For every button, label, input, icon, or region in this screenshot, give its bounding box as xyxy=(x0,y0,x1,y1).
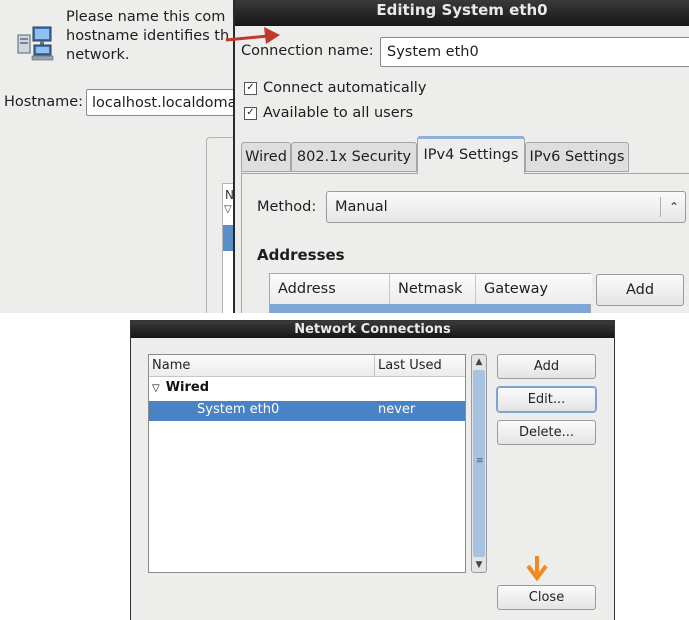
addresses-heading: Addresses xyxy=(257,246,345,264)
annotation-arrow-icon xyxy=(225,27,280,44)
wired-group-row[interactable]: ▽ Wired xyxy=(152,380,209,395)
delete-connection-button[interactable]: Delete... xyxy=(497,420,596,445)
annotation-down-arrow-icon xyxy=(526,556,548,582)
last-used-cell: never xyxy=(378,402,416,417)
editing-dialog-title: Editing System eth0 xyxy=(235,0,689,26)
scroll-up-arrow-icon[interactable]: ▲ xyxy=(472,355,486,369)
updown-chevron-icon: ⌃ xyxy=(668,200,679,214)
scroll-grip-icon: ≡ xyxy=(476,456,484,466)
netmask-column-header[interactable]: Netmask xyxy=(390,274,476,304)
add-connection-button[interactable]: Add xyxy=(497,354,596,379)
last-used-column-header[interactable]: Last Used xyxy=(375,355,465,377)
editing-connection-dialog: Editing System eth0 Connection name: Sys… xyxy=(233,0,689,313)
settings-tabs: Wired 802.1x Security IPv4 Settings IPv6… xyxy=(241,136,689,174)
connection-row-system-eth0[interactable]: System eth0 never xyxy=(149,401,465,421)
network-connections-title: Network Connections xyxy=(131,321,614,338)
tab-ipv4-settings[interactable]: IPv4 Settings xyxy=(417,136,525,174)
hostname-label: Hostname: xyxy=(4,94,84,110)
address-column-header[interactable]: Address xyxy=(270,274,390,304)
hostname-input[interactable]: localhost.localdomai xyxy=(86,89,240,116)
connect-automatically-checkbox[interactable]: ✓ Connect automatically xyxy=(244,80,426,96)
select-divider xyxy=(660,197,661,217)
close-button[interactable]: Close xyxy=(497,585,596,610)
tab-8021x-security[interactable]: 802.1x Security xyxy=(291,142,417,172)
tab-wired[interactable]: Wired xyxy=(241,142,291,172)
available-to-all-users-label: Available to all users xyxy=(263,105,414,121)
addresses-table[interactable]: Address Netmask Gateway xyxy=(269,273,592,313)
connections-list[interactable]: Name Last Used ▽ Wired System eth0 never xyxy=(148,354,466,573)
method-select[interactable]: Manual ⌃ xyxy=(326,191,686,223)
checkbox-checked-icon[interactable]: ✓ xyxy=(244,81,257,95)
network-computers-icon xyxy=(17,26,54,61)
tab-ipv6-settings[interactable]: IPv6 Settings xyxy=(525,142,629,172)
wired-group-label: Wired xyxy=(165,380,210,395)
scroll-down-arrow-icon[interactable]: ▼ xyxy=(472,558,486,572)
name-column-header[interactable]: Name xyxy=(149,355,375,377)
edit-connection-button[interactable]: Edit... xyxy=(497,387,596,412)
scrollbar-thumb[interactable]: ≡ xyxy=(473,370,485,557)
connection-name-input[interactable]: System eth0 xyxy=(380,37,689,67)
address-row-selected[interactable] xyxy=(270,304,590,313)
method-label: Method: xyxy=(257,199,317,215)
expander-triangle-icon[interactable]: ▽ xyxy=(152,383,160,394)
expander-icon: ▽ xyxy=(224,204,232,215)
method-selected-value: Manual xyxy=(335,199,388,215)
hostname-instructions-text: Please name this com hostname identifies… xyxy=(66,9,230,63)
connection-name-cell: System eth0 xyxy=(197,402,280,417)
checkbox-checked-icon[interactable]: ✓ xyxy=(244,106,257,120)
network-connections-dialog: Network Connections Name Last Used ▽ Wire… xyxy=(130,320,615,620)
connect-automatically-label: Connect automatically xyxy=(263,80,427,96)
available-to-all-users-checkbox[interactable]: ✓ Available to all users xyxy=(244,105,413,121)
list-scrollbar[interactable]: ▲ ≡ ▼ xyxy=(471,354,487,573)
installer-hostname-panel: Please name this com hostname identifies… xyxy=(0,0,240,313)
gateway-column-header[interactable]: Gateway xyxy=(476,274,592,304)
add-address-button[interactable]: Add xyxy=(596,274,684,306)
